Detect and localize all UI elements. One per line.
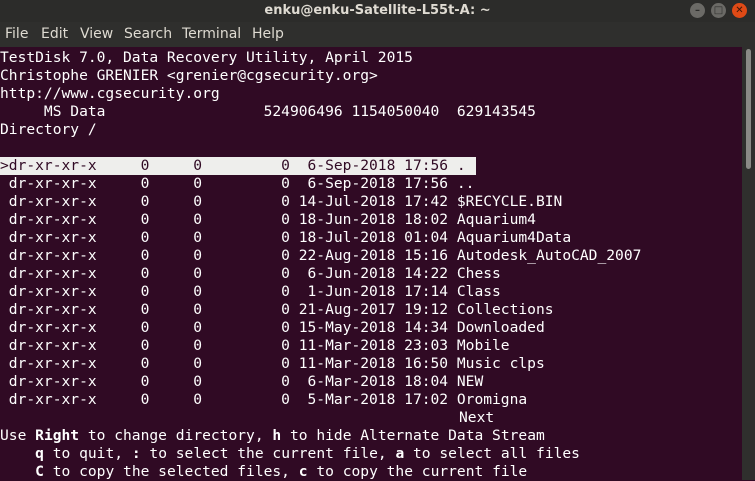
scrollbar[interactable] xyxy=(742,47,755,480)
help-line-3: C to copy the selected files, c to copy … xyxy=(35,463,528,480)
list-item[interactable]: dr-xr-xr-x 0 0 0 6-Mar-2018 18:04 NEW xyxy=(0,373,483,391)
list-item[interactable]: dr-xr-xr-x 0 0 0 21-Aug-2017 19:12 Colle… xyxy=(0,301,554,319)
list-item[interactable]: dr-xr-xr-x 0 0 0 18-Jul-2018 01:04 Aquar… xyxy=(0,229,571,247)
list-item[interactable]: dr-xr-xr-x 0 0 0 18-Jun-2018 18:02 Aquar… xyxy=(0,211,536,229)
list-item[interactable]: dr-xr-xr-x 0 0 0 5-Mar-2018 17:02 Oromig… xyxy=(0,391,527,409)
help-line-1: Use Right to change directory, h to hide… xyxy=(0,427,545,444)
menu-search[interactable]: Search xyxy=(124,26,172,42)
list-item[interactable]: dr-xr-xr-x 0 0 0 6-Sep-2018 17:56 .. xyxy=(0,175,475,193)
menu-bar: File Edit View Search Terminal Help xyxy=(0,22,755,47)
header-line-2: Christophe GRENIER <grenier@cgsecurity.o… xyxy=(0,67,378,84)
key-c: c xyxy=(298,463,308,480)
help-line-2: q to quit, : to select the current file,… xyxy=(35,445,580,462)
window-controls: – □ ✕ xyxy=(690,3,747,18)
scrollbar-thumb[interactable] xyxy=(746,49,751,169)
close-icon[interactable]: ✕ xyxy=(732,3,747,18)
menu-help[interactable]: Help xyxy=(252,26,284,42)
menu-view[interactable]: View xyxy=(80,26,113,42)
menu-file[interactable]: File xyxy=(5,26,28,42)
list-item[interactable]: dr-xr-xr-x 0 0 0 15-May-2018 14:34 Downl… xyxy=(0,319,545,337)
key-right: Right xyxy=(35,427,80,444)
key-a: a xyxy=(395,445,405,462)
title-bar: enku@enku-Satellite-L55t-A: ~ – □ ✕ xyxy=(0,0,755,22)
header-line-1: TestDisk 7.0, Data Recovery Utility, Apr… xyxy=(0,49,413,66)
key-q: q xyxy=(35,445,44,462)
key-colon: : xyxy=(131,445,141,462)
partition-line: MS Data 524906496 1154050040 629143545 xyxy=(0,103,536,120)
key-C: C xyxy=(35,463,44,480)
header-line-3: http://www.cgsecurity.org xyxy=(0,85,220,102)
list-item-selected[interactable]: >dr-xr-xr-x 0 0 0 6-Sep-2018 17:56 . xyxy=(0,157,476,175)
menu-edit[interactable]: Edit xyxy=(41,26,68,42)
list-item[interactable]: dr-xr-xr-x 0 0 0 1-Jun-2018 17:14 Class xyxy=(0,283,501,301)
list-item[interactable]: dr-xr-xr-x 0 0 0 6-Jun-2018 14:22 Chess xyxy=(0,265,501,283)
list-item[interactable]: dr-xr-xr-x 0 0 0 22-Aug-2018 15:16 Autod… xyxy=(0,247,642,265)
terminal-area[interactable]: TestDisk 7.0, Data Recovery Utility, Apr… xyxy=(0,47,742,480)
key-h: h xyxy=(272,427,282,444)
directory-line: Directory / xyxy=(0,121,97,138)
menu-terminal[interactable]: Terminal xyxy=(182,26,241,42)
list-item[interactable]: dr-xr-xr-x 0 0 0 11-Mar-2018 23:03 Mobil… xyxy=(0,337,510,355)
maximize-icon[interactable]: □ xyxy=(711,3,726,18)
window-title: enku@enku-Satellite-L55t-A: ~ xyxy=(264,3,491,18)
next-page-indicator[interactable]: Next xyxy=(459,409,494,427)
minimize-icon[interactable]: – xyxy=(690,3,705,18)
list-item[interactable]: dr-xr-xr-x 0 0 0 11-Mar-2018 16:50 Music… xyxy=(0,355,545,373)
list-item[interactable]: dr-xr-xr-x 0 0 0 14-Jul-2018 17:42 $RECY… xyxy=(0,193,563,211)
